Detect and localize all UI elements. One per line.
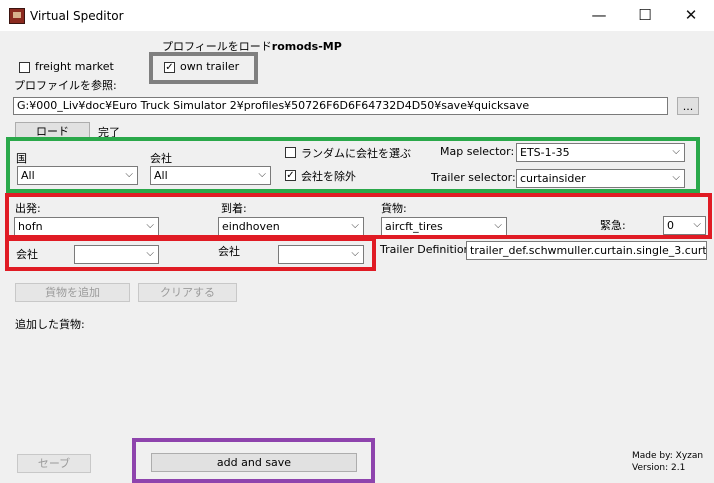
urgency-select[interactable]: 0 ⌵ — [663, 216, 706, 235]
add-cargo-button[interactable]: 貨物を追加 — [15, 283, 130, 302]
from-company-select[interactable]: ⌵ — [74, 245, 159, 264]
map-selector-select[interactable]: ETS-1-35 ⌵ — [516, 143, 685, 162]
browse-button[interactable]: ... — [677, 97, 699, 115]
maximize-button[interactable]: ☐ — [622, 0, 668, 31]
cargo-label: 貨物: — [381, 202, 407, 215]
minimize-button[interactable]: — — [576, 0, 622, 31]
made-by-text: Made by: Xyzan — [632, 451, 704, 461]
company-select-value: All — [154, 169, 168, 182]
cargo-select[interactable]: aircft_tires ⌵ — [381, 217, 507, 236]
window-title: Virtual Speditor — [30, 9, 124, 23]
title-bar: Virtual Speditor — ☐ ✕ — [0, 0, 714, 31]
browse-profile-label: プロファイルを参照: — [14, 79, 117, 92]
to-company-label: 会社 — [218, 245, 240, 258]
exclude-company-checkbox[interactable]: ✓ — [285, 170, 296, 181]
exclude-company-label: 会社を除外 — [301, 170, 356, 183]
chevron-down-icon: ⌵ — [351, 248, 359, 259]
map-selector-value: ETS-1-35 — [520, 146, 570, 159]
chevron-down-icon: ⌵ — [494, 220, 502, 231]
random-company-checkbox[interactable] — [285, 147, 296, 158]
profile-path-input[interactable]: G:¥000_Liv¥doc¥Euro Truck Simulator 2¥pr… — [13, 97, 668, 115]
trailer-selector-label: Trailer selector: — [431, 171, 516, 184]
add-and-save-button[interactable]: add and save — [151, 453, 357, 472]
version-text: Version: 2.1 — [632, 463, 686, 473]
from-label: 出発: — [15, 202, 41, 215]
map-selector-label: Map selector: — [440, 145, 515, 158]
trailer-definition-value: trailer_def.schwmuller.curtain.single_3.… — [470, 244, 707, 257]
close-button[interactable]: ✕ — [668, 0, 714, 31]
app-icon — [9, 8, 25, 24]
to-city-select[interactable]: eindhoven ⌵ — [218, 217, 364, 236]
trailer-definition-select[interactable]: trailer_def.schwmuller.curtain.single_3.… — [466, 241, 707, 260]
load-status: 完了 — [98, 126, 120, 139]
chevron-down-icon: ⌵ — [146, 248, 154, 259]
own-trailer-label: own trailer — [180, 60, 240, 73]
chevron-down-icon: ⌵ — [693, 219, 701, 230]
chevron-down-icon: ⌵ — [146, 220, 154, 231]
to-company-select[interactable]: ⌵ — [278, 245, 364, 264]
country-label: 国 — [16, 152, 27, 165]
load-button[interactable]: ロード — [15, 122, 90, 141]
chevron-down-icon: ⌵ — [672, 146, 680, 157]
company-label: 会社 — [150, 152, 172, 165]
trailer-selector-select[interactable]: curtainsider ⌵ — [516, 169, 685, 188]
profile-load-text: プロフィールをロード — [162, 40, 272, 53]
chevron-down-icon: ⌵ — [125, 169, 133, 180]
cargo-value: aircft_tires — [385, 220, 443, 233]
trailer-selector-value: curtainsider — [520, 172, 586, 185]
own-trailer-checkbox[interactable]: ✓ — [164, 62, 175, 73]
urgency-value: 0 — [667, 219, 674, 232]
company-select[interactable]: All ⌵ — [150, 166, 271, 185]
from-city-value: hofn — [18, 220, 43, 233]
country-select[interactable]: All ⌵ — [17, 166, 138, 185]
random-company-label: ランダムに会社を選ぶ — [301, 147, 411, 160]
chevron-down-icon: ⌵ — [351, 220, 359, 231]
profile-name: romods-MP — [271, 40, 342, 53]
trailer-definition-label: Trailer Definition — [380, 243, 471, 256]
chevron-down-icon: ⌵ — [672, 172, 680, 183]
from-city-select[interactable]: hofn ⌵ — [14, 217, 159, 236]
save-button[interactable]: セーブ — [17, 454, 91, 473]
to-label: 到着: — [221, 202, 247, 215]
country-select-value: All — [21, 169, 35, 182]
added-cargo-label: 追加した貨物: — [15, 318, 85, 331]
clear-button[interactable]: クリアする — [138, 283, 237, 302]
freight-market-label: freight market — [35, 60, 114, 73]
profile-load-label: プロフィールをロードromods-MP — [162, 38, 342, 54]
freight-market-checkbox[interactable] — [19, 62, 30, 73]
from-company-label: 会社 — [16, 248, 38, 261]
chevron-down-icon: ⌵ — [258, 169, 266, 180]
urgency-label: 緊急: — [600, 219, 626, 232]
to-city-value: eindhoven — [222, 220, 280, 233]
